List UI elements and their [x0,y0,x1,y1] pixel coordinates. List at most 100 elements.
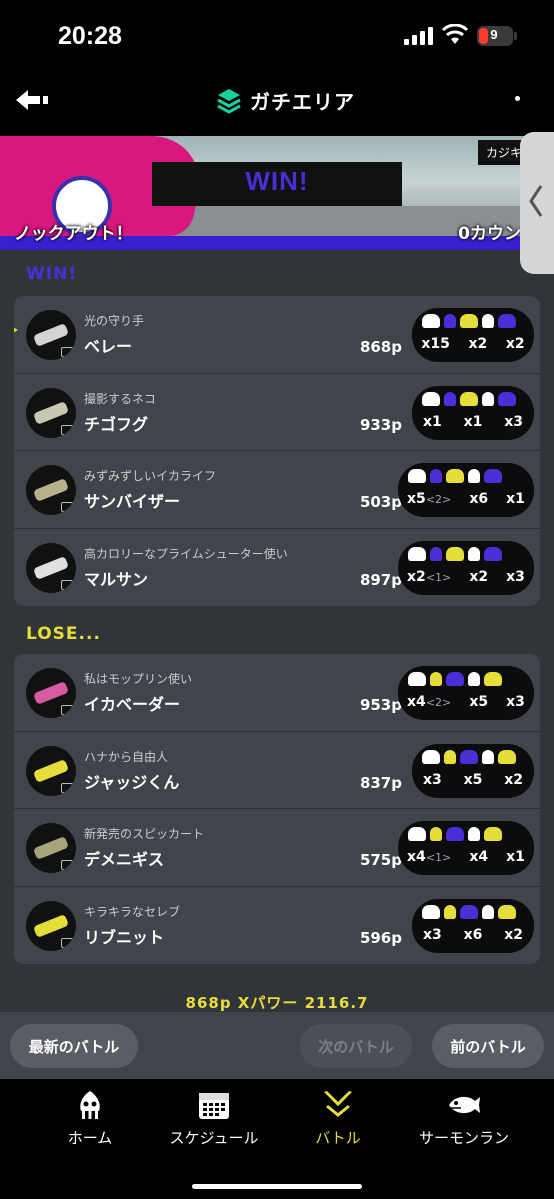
player-stats: x4<1> x4 x1 [398,821,534,875]
tab-battle-label: バトル [315,1129,361,1147]
battle-banner: WIN! カジキ ノックアウト！ 0カウント [0,136,554,250]
player-title: 撮影するネコ [84,391,156,406]
next-battle-button[interactable]: 次のバトル [300,1024,412,1068]
tab-schedule[interactable]: スケジュール [154,1089,274,1148]
splat-icon [408,469,426,483]
side-drawer-handle[interactable] [520,132,554,274]
death-count: x2 [468,336,488,352]
player-row[interactable]: みずみずしいイカライフ サンバイザー 503p x5<2> x6 x1 [14,451,540,529]
turf-points: 837p [359,773,402,792]
weapon-icon [26,823,76,873]
player-row[interactable]: ハナから自由人 ジャッジくん 837p x3 x5 x2 [14,732,540,809]
kill-splat-icon [444,391,456,406]
special-weapon-icon [498,749,516,764]
player-name: リブニット [84,927,165,947]
special-count: x1 [506,849,525,865]
win-section-label: WIN! [26,264,78,284]
special-weapon-icon [498,391,516,406]
splat-icon [422,391,440,406]
special-weapon-icon [498,314,516,328]
death-splat-icon [468,827,480,841]
player-row[interactable]: 新発売のスピッカート デメニギス 575p x4<1> x4 x1 [14,809,540,887]
death-count: x4 [469,849,489,865]
clock: 20:28 [58,22,122,50]
win-team-list: 光の守り手 ベレー 868p x15 x2 x2 撮影するネコ チゴフグ 933p x1 x1 x3 み… [14,296,540,606]
battle-summary: 868p Xパワー 2116.7 [185,994,369,1012]
kill-splat-icon [430,672,442,686]
player-name: マルサン [84,569,149,589]
assist-count: <1> [425,570,452,584]
death-icon [460,391,478,406]
player-stats: x1 x1 x3 [412,385,534,440]
battery-icon: 9 [477,26,517,46]
death-splat-icon [468,469,480,483]
special-weapon-icon [498,904,516,919]
player-name: デメニギス [84,850,165,869]
wifi-icon [442,24,468,44]
turf-points: 933p [359,415,402,434]
player-name: イカベーダー [84,695,181,714]
player-row[interactable]: 光の守り手 ベレー 868p x15 x2 x2 [14,296,540,374]
kill-count: x1 [422,413,442,430]
player-row[interactable]: 高カロリーなプライムシューター使い マルサン 897p x2<1> x2 x3 [14,529,540,607]
more-menu-icon[interactable] [515,96,520,101]
tab-salmon-run-label: サーモンラン [418,1129,509,1147]
turf-points: 868p [359,338,402,356]
player-name: ベレー [84,337,133,356]
death-splat-icon [468,672,480,686]
death-icon [446,672,464,686]
cellular-signal-icon [404,27,433,45]
player-title: キラキラなセレブ [84,904,181,919]
kill-splat-icon [430,469,442,483]
player-row[interactable]: キラキラなセレブ リブニット 596p x3 x6 x2 [14,887,540,965]
result-text: WIN! [245,166,309,196]
previous-battle-button[interactable]: 前のバトル [432,1024,544,1068]
death-icon [460,749,478,764]
death-icon [446,469,464,483]
tab-battle[interactable]: バトル [278,1089,398,1148]
kill-splat-icon [444,749,456,764]
calendar-icon [199,1093,229,1119]
status-bar: 20:28 9 [0,0,554,72]
death-count: x1 [463,413,483,430]
salmon-icon [449,1096,480,1114]
player-stats: x3 x5 x2 [412,743,534,798]
death-icon [446,827,464,841]
home-indicator [192,1184,362,1189]
tab-salmon-run[interactable]: サーモンラン [404,1089,524,1148]
player-title: ハナから自由人 [84,749,169,764]
death-icon [460,904,478,919]
death-icon [446,546,464,561]
player-stats: x5<2> x6 x1 [398,463,534,517]
player-title: みずみずしいイカライフ [84,469,217,483]
splat-icon [422,904,440,919]
player-row[interactable]: 撮影するネコ チゴフグ 933p x1 x1 x3 [14,374,540,451]
player-stats: x2<1> x2 x3 [398,540,534,595]
battle-detail: WIN! 光の守り手 ベレー 868p x15 x2 x2 撮影するネコ チゴフグ 933p x1… [0,250,554,1080]
death-splat-icon [482,391,494,406]
back-arrow-icon[interactable] [14,88,50,112]
special-weapon-icon [484,546,502,561]
player-row[interactable]: 私はモップリン使い イカベーダー 953p x4<2> x5 x3 [14,654,540,732]
splat-icon [422,314,440,328]
kill-splat-icon [430,546,442,561]
assist-count: <2> [425,696,452,709]
player-stats: x3 x6 x2 [412,898,534,953]
latest-battle-button[interactable]: 最新のバトル [10,1024,138,1068]
player-title: 光の守り手 [84,314,145,328]
weapon-icon [26,387,76,438]
special-count: x2 [505,336,525,352]
weapon-icon [26,465,76,515]
tab-home[interactable]: ホーム [30,1089,150,1148]
death-count: x5 [463,771,483,788]
squid-icon [80,1091,100,1119]
turf-points: 897p [359,570,402,589]
assist-count: <1> [425,851,452,864]
lose-section-label: LOSE... [26,624,101,644]
special-count: x1 [506,491,525,507]
death-splat-icon [468,546,480,561]
app-header: ガチエリア [0,72,554,274]
kill-count: x5 [407,491,426,507]
death-count: x5 [469,694,489,710]
kill-count: x2 [407,568,426,585]
